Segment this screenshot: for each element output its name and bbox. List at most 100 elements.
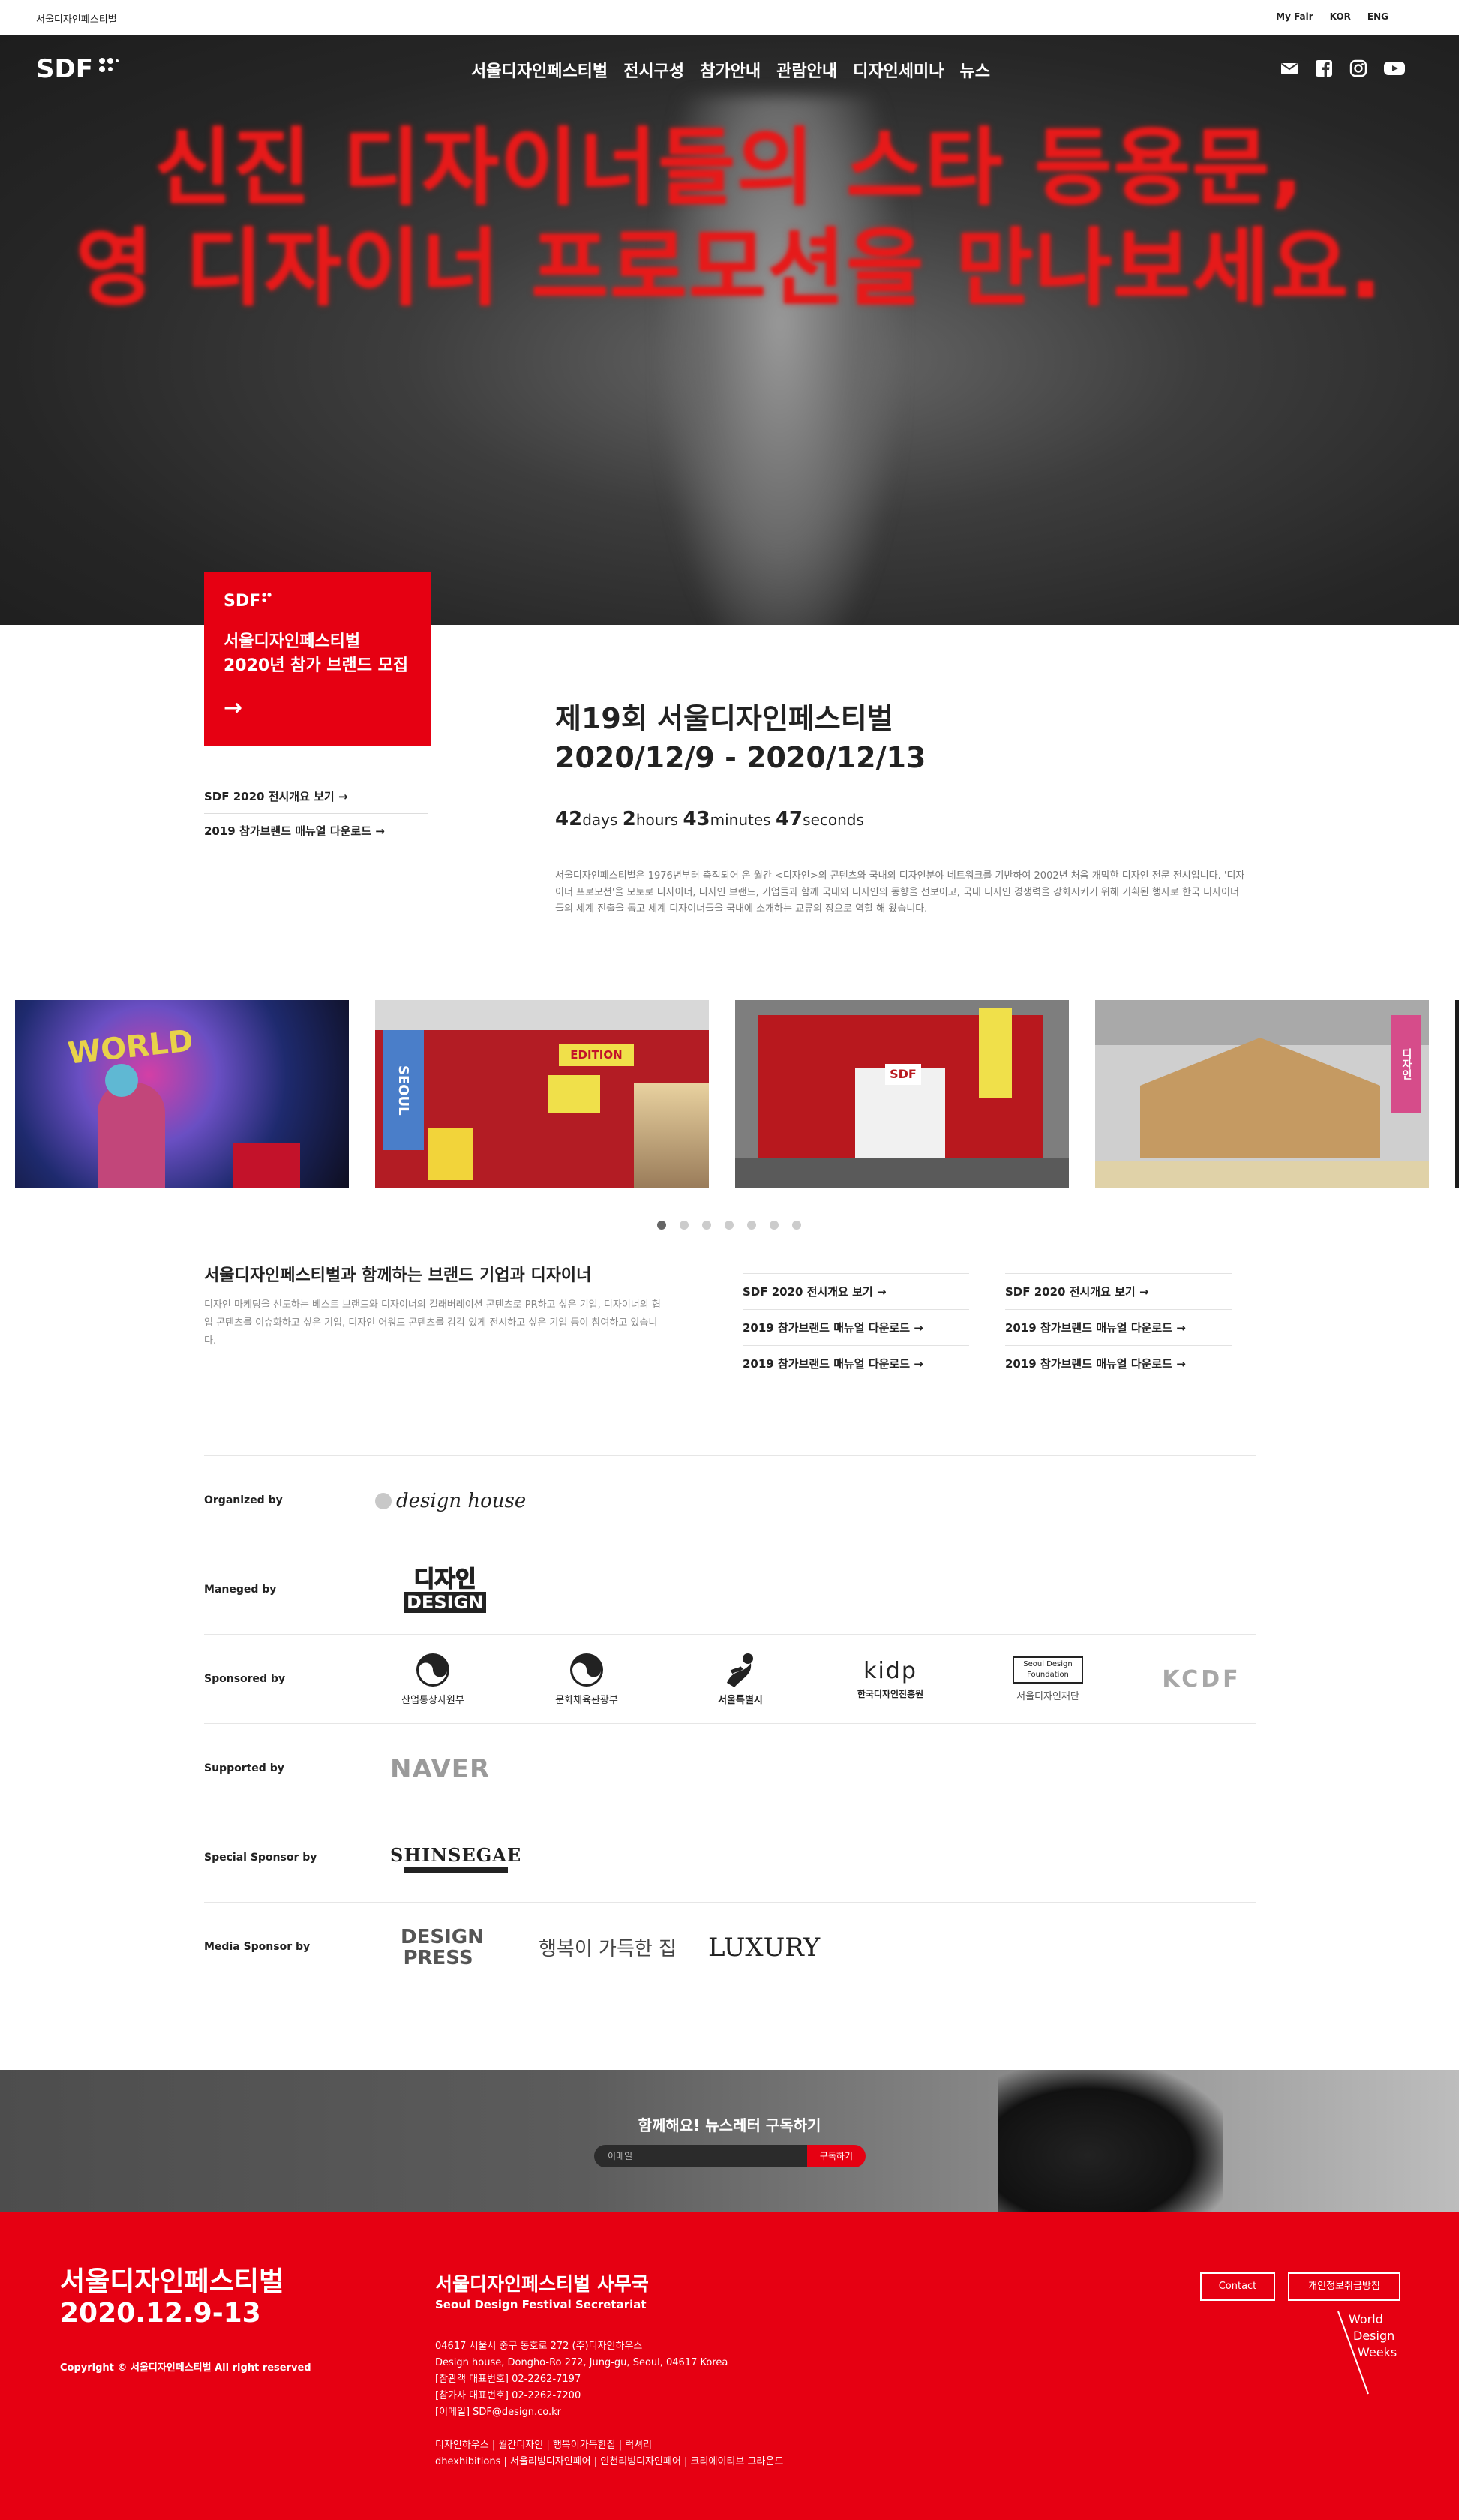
naver-logo[interactable]: NAVER: [390, 1724, 490, 1813]
sdf-logo[interactable]: SDF: [36, 53, 119, 83]
design-magazine-latin: DESIGN: [404, 1591, 487, 1613]
main-nav: 서울디자인페스티벌 전시구성 참가안내 관람안내 디자인세미나 뉴스: [471, 58, 990, 82]
minutes-unit: minutes: [710, 811, 771, 829]
festival-dates: 2020/12/9 - 2020/12/13: [555, 741, 926, 774]
photo-sign-festival: [428, 1128, 473, 1180]
brand-link[interactable]: 2019 참가브랜드 매뉴얼 다운로드 →: [1005, 1345, 1232, 1381]
top-bar: 서울디자인페스티벌 My Fair KOR ENG: [0, 0, 1459, 35]
luxury-logo[interactable]: LUXURY: [708, 1903, 820, 1992]
brand-link[interactable]: 2019 참가브랜드 매뉴얼 다운로드 →: [743, 1309, 969, 1345]
overview-link[interactable]: SDF 2020 전시개요 보기 →: [204, 779, 428, 813]
kcdf-logo[interactable]: KCDF: [1162, 1635, 1241, 1724]
newsletter-email-input[interactable]: 이메일: [594, 2145, 807, 2167]
kor-link[interactable]: KOR: [1330, 11, 1351, 22]
kidp-name: 한국디자인진흥원: [857, 1689, 924, 1699]
podium: [233, 1143, 300, 1188]
brand-link[interactable]: SDF 2020 전시개요 보기 →: [743, 1273, 969, 1309]
photo-sign-vertical: [979, 1008, 1012, 1098]
wooden-house: [1140, 1038, 1380, 1158]
nav-item-festival[interactable]: 서울디자인페스티벌: [471, 58, 608, 82]
privacy-policy-button[interactable]: 개인정보취급방침: [1288, 2272, 1400, 2301]
design-press-logo[interactable]: DESIGN PRESS: [401, 1903, 484, 1992]
special-row: Special Sponsor by SHINSEGAE: [204, 1813, 1256, 1902]
card-title-line2: 2020년 참가 브랜드 모집: [224, 656, 409, 675]
family-links-line2[interactable]: dhexhibitions | 서울리빙디자인페어 | 인천리빙디자인페어 | …: [435, 2454, 783, 2470]
brand-link[interactable]: 2019 참가브랜드 매뉴얼 다운로드 →: [1005, 1309, 1232, 1345]
pagination-dot[interactable]: [702, 1221, 711, 1230]
nav-item-news[interactable]: 뉴스: [960, 58, 990, 82]
pagination-dot[interactable]: [747, 1221, 756, 1230]
instagram-icon[interactable]: [1349, 59, 1367, 77]
sponsored-row: Sponsored by 산업통상자원부 문화체육관광부 서울특별시 kidp …: [204, 1634, 1256, 1723]
card-title-line1: 서울디자인페스티벌: [224, 632, 361, 651]
facebook-icon[interactable]: [1315, 59, 1333, 77]
youtube-icon[interactable]: [1384, 59, 1405, 77]
supported-label: Supported by: [204, 1762, 284, 1774]
kcdf-wordmark: KCDF: [1162, 1666, 1241, 1693]
design-press-wordmark: DESIGN PRESS: [401, 1925, 484, 1969]
pagination-dot[interactable]: [770, 1221, 779, 1230]
happy-home-logo[interactable]: 행복이 가득한 집: [539, 1903, 677, 1992]
countdown-timer: 42days 2hours 43minutes 47seconds: [555, 808, 864, 830]
motie-name: 산업통상자원부: [401, 1695, 464, 1706]
nav-item-exhibition[interactable]: 전시구성: [623, 58, 684, 82]
speaker-figure: [98, 1083, 165, 1188]
photo-sign-design: 디자인: [1391, 1015, 1421, 1113]
card-title: 서울디자인페스티벌 2020년 참가 브랜드 모집: [224, 630, 411, 678]
brand-link[interactable]: SDF 2020 전시개요 보기 →: [1005, 1273, 1232, 1309]
design-magazine-logo[interactable]: 디자인 DESIGN: [404, 1545, 487, 1635]
newsletter-form: 이메일 구독하기: [594, 2145, 866, 2167]
eng-link[interactable]: ENG: [1367, 11, 1388, 22]
pagination-dot[interactable]: [725, 1221, 734, 1230]
family-links-line1[interactable]: 디자인하우스 | 월간디자인 | 행복이가득한집 | 럭셔리: [435, 2437, 783, 2454]
gallery-photo-speaker[interactable]: WORLD: [15, 1000, 349, 1188]
manual-download-link[interactable]: 2019 참가브랜드 매뉴얼 다운로드 →: [204, 813, 428, 848]
my-fair-link[interactable]: My Fair: [1276, 11, 1313, 22]
special-label: Special Sponsor by: [204, 1852, 317, 1864]
countdown-days: 42: [555, 808, 583, 830]
seoul-city-name: 서울특별시: [718, 1695, 763, 1706]
pagination-dot[interactable]: [792, 1221, 801, 1230]
newsletter-section: 함께해요! 뉴스레터 구독하기 이메일 구독하기: [0, 2070, 1459, 2212]
hero-headline-line2: 영 디자이너 프로모션을 만나보세요.: [75, 220, 1384, 317]
nav-item-seminar[interactable]: 디자인세미나: [853, 58, 944, 82]
motie-logo[interactable]: 산업통상자원부: [384, 1635, 482, 1724]
nav-item-participation[interactable]: 참가안내: [700, 58, 761, 82]
newsletter-title: 함께해요! 뉴스레터 구독하기: [638, 2116, 821, 2134]
photo-floor-2: [1095, 1161, 1429, 1188]
mcst-logo[interactable]: 문화체육관광부: [534, 1635, 639, 1724]
recruit-card[interactable]: SDF 서울디자인페스티벌 2020년 참가 브랜드 모집 →: [204, 572, 431, 746]
footer-family-links: 디자인하우스 | 월간디자인 | 행복이가득한집 | 럭셔리 dhexhibit…: [435, 2437, 783, 2470]
countdown-hours: 2: [622, 808, 636, 830]
kidp-logo[interactable]: kidp 한국디자인진흥원: [842, 1635, 939, 1724]
brand-link[interactable]: 2019 참가브랜드 매뉴얼 다운로드 →: [743, 1345, 969, 1381]
designhouse-logo[interactable]: design house: [375, 1456, 526, 1545]
pagination-dot[interactable]: [657, 1221, 666, 1230]
festival-title: 제19회 서울디자인페스티벌 2020/12/9 - 2020/12/13: [555, 699, 926, 777]
taegeuk-icon: [416, 1653, 449, 1687]
kidp-mark: kidp: [863, 1658, 917, 1684]
shinsegae-logo[interactable]: SHINSEGAE: [390, 1813, 521, 1903]
nav-item-visit[interactable]: 관람안내: [776, 58, 837, 82]
hero-headline: 신진 디자이너들의 스타 등용문, 영 디자이너 프로모션을 만나보세요.: [30, 118, 1429, 319]
world-design-weeks-logo[interactable]: World Design Weeks: [1335, 2310, 1418, 2400]
speaker-head: [105, 1064, 138, 1097]
designhouse-mark-icon: [375, 1492, 392, 1509]
svg-text:Weeks: Weeks: [1358, 2345, 1397, 2359]
designhouse-wordmark: design house: [396, 1489, 527, 1512]
photo-floor: [735, 1158, 1069, 1188]
gallery-photo-booth-seoul[interactable]: SEOUL EDITION: [375, 1000, 709, 1188]
photo-sign-edition: EDITION: [559, 1044, 634, 1066]
gallery-photo-booth-entrance[interactable]: SDF: [735, 1000, 1069, 1188]
envelope-icon[interactable]: [1280, 59, 1298, 77]
countdown-seconds: 47: [775, 808, 803, 830]
arrow-right-icon[interactable]: →: [224, 695, 411, 721]
gallery-photo-wooden-house[interactable]: 디자인: [1095, 1000, 1429, 1188]
seoul-design-foundation-logo[interactable]: Seoul Design Foundation 서울디자인재단: [999, 1635, 1097, 1724]
seoul-city-logo[interactable]: 서울특별시: [699, 1635, 782, 1724]
subscribe-button[interactable]: 구독하기: [807, 2145, 866, 2167]
pagination-dot[interactable]: [680, 1221, 689, 1230]
contact-button[interactable]: Contact: [1200, 2272, 1275, 2301]
exhibitor-phone: [참가사 대표번호] 02-2262-7200: [435, 2390, 581, 2401]
photo-sign-world: WORLD: [66, 1023, 195, 1071]
